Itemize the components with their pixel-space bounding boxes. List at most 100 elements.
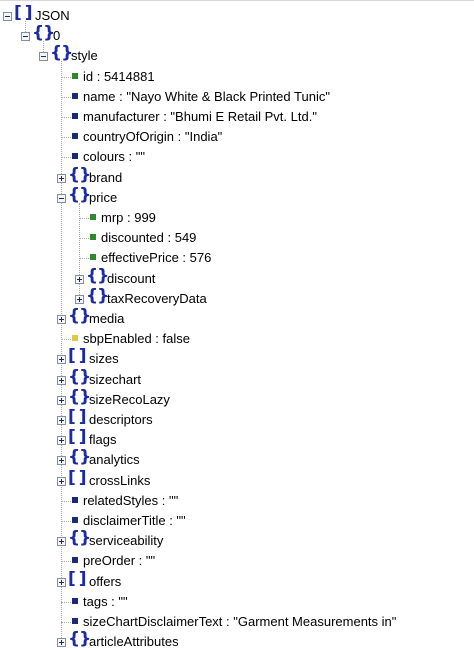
- expand-toggle-icon[interactable]: [75, 294, 84, 304]
- number-value-icon: [90, 254, 96, 261]
- tree-node-label: name : "Nayo White & Black Printed Tunic…: [83, 88, 330, 104]
- bracket-icon: []: [14, 3, 36, 23]
- tree-node-label: relatedStyles : "": [83, 492, 179, 508]
- tree-node-label: manufacturer : "Bhumi E Retail Pvt. Ltd.…: [83, 109, 317, 124]
- tree-node-row[interactable]: {} style: [0, 43, 474, 66]
- tree-node-label: serviceability: [89, 533, 164, 549]
- tree-node-label: discounted : 549: [101, 230, 197, 246]
- tree-node-row[interactable]: {} media: [0, 306, 474, 329]
- expand-toggle-icon[interactable]: [75, 274, 84, 284]
- collapse-toggle-icon[interactable]: [21, 32, 30, 42]
- expand-toggle-icon[interactable]: [57, 577, 66, 587]
- brace-icon: {}: [86, 265, 109, 286]
- tree-node-label: effectivePrice : 576: [101, 250, 212, 266]
- brace-icon: {}: [68, 366, 91, 387]
- string-value-icon: [72, 113, 78, 119]
- brace-icon: {}: [32, 23, 55, 44]
- bracket-icon: []: [68, 346, 90, 367]
- tree-leaf-row: id : 5414881: [0, 67, 474, 87]
- bool-value-icon: [72, 335, 78, 342]
- expand-toggle-icon[interactable]: [57, 537, 66, 547]
- tree-node-label: analytics: [89, 452, 140, 468]
- tree-node-label: disclaimerTitle : "": [83, 513, 186, 528]
- tree-node-label: sizes: [89, 351, 119, 367]
- tree-node-label: articleAttributes: [89, 634, 179, 648]
- tree-node-row[interactable]: {} articleAttributes: [0, 629, 474, 648]
- tree-leaf-row: countryOfOrigin : "India": [0, 127, 474, 147]
- expand-toggle-icon[interactable]: [57, 395, 66, 405]
- string-value-icon: [72, 153, 78, 160]
- brace-icon: {}: [86, 285, 109, 306]
- tree-node-label: 0: [53, 28, 61, 44]
- string-value-icon: [72, 133, 78, 140]
- expand-toggle-icon[interactable]: [57, 436, 66, 446]
- expand-toggle-icon[interactable]: [57, 638, 66, 648]
- tree-node-label: discount: [107, 270, 156, 286]
- collapse-toggle-icon[interactable]: [57, 193, 66, 203]
- tree-node-label: style: [71, 48, 98, 64]
- tree-node-row[interactable]: [] JSON: [0, 3, 474, 26]
- tree-node-label: JSON: [35, 8, 70, 23]
- string-value-icon: [72, 496, 78, 503]
- tree-node-label: preOrder : "": [83, 553, 156, 569]
- tree-node-label: sizeChartDisclaimerText : "Garment Measu…: [83, 614, 397, 629]
- tree-node-label: id : 5414881: [83, 68, 155, 84]
- tree-node-row[interactable]: [] offers: [0, 568, 474, 592]
- tree-node-label: mrp : 999: [101, 210, 156, 225]
- tree-node-label: tags : "": [83, 593, 128, 609]
- bracket-icon: []: [68, 407, 90, 427]
- expand-toggle-icon[interactable]: [57, 476, 66, 486]
- number-value-icon: [72, 72, 78, 79]
- brace-icon: {}: [50, 43, 73, 64]
- tree-node-label: brand: [89, 169, 123, 185]
- brace-icon: {}: [68, 164, 91, 185]
- tree-leaf-row: tags : "": [0, 592, 474, 612]
- expand-toggle-icon[interactable]: [57, 416, 66, 425]
- tree-node-label: descriptors: [89, 412, 153, 427]
- string-value-icon: [72, 92, 78, 99]
- expand-toggle-icon[interactable]: [57, 375, 66, 385]
- bracket-icon: []: [68, 467, 90, 488]
- tree-node-label: taxRecoveryData: [107, 290, 207, 306]
- expand-toggle-icon[interactable]: [57, 456, 66, 466]
- brace-icon: {}: [68, 629, 91, 648]
- collapse-toggle-icon[interactable]: [39, 52, 48, 62]
- tree-leaf-row: mrp : 999: [0, 208, 474, 228]
- tree-node-label: countryOfOrigin : "India": [83, 129, 223, 145]
- tree-node-label: price: [89, 189, 118, 205]
- number-value-icon: [90, 234, 96, 241]
- expand-toggle-icon[interactable]: [57, 315, 66, 324]
- brace-icon: {}: [68, 306, 91, 326]
- tree-leaf-row: effectivePrice : 576: [0, 248, 474, 268]
- tree-node-label: crossLinks: [89, 472, 151, 488]
- bracket-icon: []: [68, 427, 90, 448]
- brace-icon: {}: [68, 386, 91, 407]
- tree-node-row[interactable]: {} serviceability: [0, 528, 474, 551]
- tree-node-row[interactable]: [] crossLinks: [0, 467, 474, 491]
- tree-node-label: media: [89, 311, 125, 326]
- brace-icon: {}: [68, 447, 91, 468]
- tree-node-label: sbpEnabled : false: [83, 331, 190, 347]
- expand-toggle-icon[interactable]: [57, 173, 66, 183]
- tree-leaf-row: name : "Nayo White & Black Printed Tunic…: [0, 87, 474, 107]
- tree-node-label: colours : "": [83, 149, 145, 165]
- tree-node-row[interactable]: {} discount: [0, 265, 474, 289]
- string-value-icon: [72, 557, 78, 564]
- expand-toggle-icon[interactable]: [57, 355, 66, 365]
- tree-node-label: offers: [89, 573, 122, 589]
- tree-node-label: flags: [89, 432, 117, 448]
- brace-icon: {}: [68, 184, 91, 205]
- string-value-icon: [72, 597, 78, 604]
- brace-icon: {}: [68, 528, 91, 549]
- string-value-icon: [72, 618, 78, 624]
- tree-node-label: sizeRecoLazy: [89, 391, 170, 407]
- collapse-toggle-icon[interactable]: [3, 12, 12, 21]
- json-tree-view: [] JSON{} 0{} style id : 5414881 name : "Nayo…: [0, 0, 474, 648]
- tree-leaf-row: relatedStyles : "": [0, 491, 474, 511]
- tree-leaf-row: manufacturer : "Bhumi E Retail Pvt. Ltd.…: [0, 107, 474, 127]
- tree-node-label: sizechart: [89, 371, 142, 387]
- string-value-icon: [72, 517, 78, 523]
- number-value-icon: [90, 214, 96, 220]
- bracket-icon: []: [68, 568, 90, 589]
- tree-node-row[interactable]: {} price: [0, 184, 474, 208]
